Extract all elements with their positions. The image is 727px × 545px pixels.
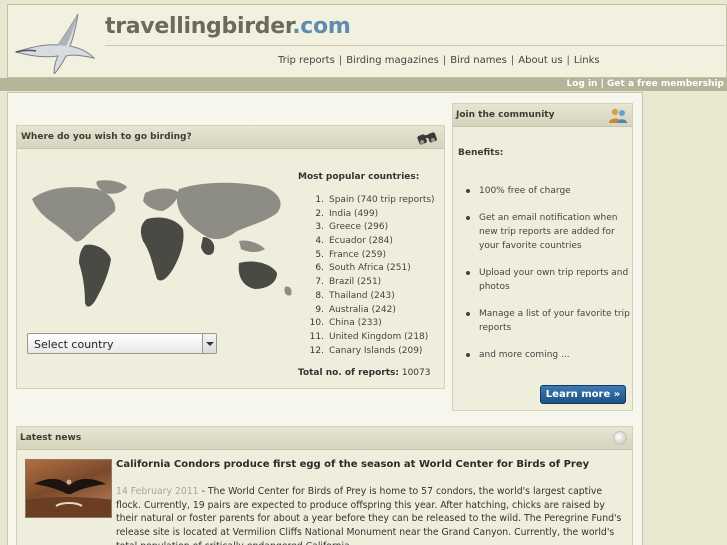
map-south-america[interactable]	[79, 244, 111, 307]
map-europe[interactable]	[143, 188, 179, 212]
map-north-america[interactable]	[32, 187, 116, 242]
country-rank: 8.	[315, 290, 324, 301]
benefit-item: 100% free of charge	[466, 184, 631, 198]
map-india[interactable]	[201, 237, 215, 255]
country-rank: 6.	[315, 263, 324, 274]
country-link[interactable]: France (259)	[329, 250, 386, 260]
community-panel: Join the community Benefits: 100% free o…	[452, 103, 633, 411]
community-panel-header: Join the community	[453, 104, 632, 127]
country-link[interactable]: Greece (296)	[329, 222, 388, 232]
learn-more-button[interactable]: Learn more »	[540, 385, 626, 404]
country-rank: 12.	[309, 345, 324, 356]
country-rank: 7.	[315, 277, 324, 288]
condor-photo	[26, 478, 111, 517]
people-icon	[609, 108, 627, 123]
country-rank: 1.	[315, 195, 324, 205]
country-link[interactable]: Ecuador (284)	[329, 236, 393, 246]
map-asia[interactable]	[176, 182, 281, 239]
country-link[interactable]: South Africa (251)	[329, 263, 411, 273]
nav-trip-reports[interactable]: Trip reports	[276, 55, 337, 66]
benefit-item: Upload your own trip reports and photos	[466, 266, 631, 294]
country-rank: 11.	[309, 331, 324, 342]
news-item-body: 14 February 2011 - The World Center for …	[116, 485, 628, 545]
site-title-tld[interactable]: .com	[292, 14, 351, 39]
benefits-label: Benefits:	[458, 148, 504, 158]
account-separator: |	[600, 79, 604, 89]
country-item[interactable]: 4. Ecuador (284)	[307, 235, 435, 249]
site-title[interactable]: travellingbirder.com	[105, 14, 351, 39]
community-panel-title: Join the community	[456, 110, 555, 120]
map-australia[interactable]	[238, 261, 277, 289]
site-title-main[interactable]: travellingbirder	[105, 14, 293, 39]
login-link[interactable]: Log in	[566, 79, 597, 89]
total-reports-label: Total no. of reports:	[298, 368, 399, 378]
country-item[interactable]: 8. Thailand (243)	[307, 290, 435, 304]
country-select[interactable]: Select country	[27, 333, 217, 354]
country-item[interactable]: 9. Australia (242)	[307, 304, 435, 318]
country-link[interactable]: United Kingdom (218)	[329, 332, 428, 342]
nav-separator: |	[566, 55, 570, 66]
country-link[interactable]: Thailand (243)	[329, 291, 395, 301]
country-item[interactable]: 2. India (499)	[307, 208, 435, 222]
news-item-date: 14 February 2011	[116, 486, 199, 497]
site-header: travellingbirder.com Trip reports | Birdin…	[7, 4, 727, 78]
destination-panel-header: Where do you wish to go birding?	[17, 126, 444, 149]
country-link[interactable]: India (499)	[329, 209, 378, 219]
country-item[interactable]: 3. Greece (296)	[307, 221, 435, 235]
country-link[interactable]: Australia (242)	[329, 305, 396, 315]
news-thumbnail[interactable]	[25, 459, 112, 518]
country-rank: 3.	[315, 222, 324, 233]
nav-bird-names[interactable]: Bird names	[448, 55, 509, 66]
country-item[interactable]: 1. Spain (740 trip reports)	[307, 194, 435, 208]
total-reports-value: 10073	[401, 368, 431, 378]
country-item[interactable]: 5. France (259)	[307, 249, 435, 263]
free-membership-link[interactable]: Get a free membership	[607, 79, 724, 89]
benefits-list: 100% free of charge Get an email notific…	[466, 184, 631, 375]
country-link[interactable]: China (233)	[329, 318, 382, 328]
country-rank: 2.	[315, 208, 324, 219]
country-item[interactable]: 6. South Africa (251)	[307, 262, 435, 276]
nav-links[interactable]: Links	[572, 55, 602, 66]
country-rank: 5.	[315, 249, 324, 260]
binoculars-icon	[417, 132, 437, 145]
world-map[interactable]	[27, 179, 297, 319]
map-new-zealand[interactable]	[284, 286, 292, 296]
country-link[interactable]: Spain (740 trip reports)	[329, 195, 435, 205]
popular-countries-title: Most popular countries:	[298, 172, 420, 182]
news-panel-header: Latest news	[17, 427, 632, 450]
popular-countries-list: 1. Spain (740 trip reports) 2. India (499)…	[307, 194, 435, 358]
benefit-item: Get an email notification when new trip …	[466, 211, 631, 253]
country-item[interactable]: 10. China (233)	[307, 317, 435, 331]
map-indonesia[interactable]	[239, 240, 265, 252]
destination-panel: Where do you wish to go birding? Select …	[16, 125, 445, 389]
country-rank: 4.	[315, 236, 324, 247]
rss-icon[interactable]	[613, 431, 627, 445]
total-reports: Total no. of reports: 10073	[298, 368, 430, 378]
country-link[interactable]: Canary Islands (209)	[329, 346, 422, 356]
country-select-value: Select country	[34, 338, 114, 351]
country-item[interactable]: 12. Canary Islands (209)	[307, 345, 435, 359]
title-divider	[105, 45, 725, 46]
benefit-item: and more coming ...	[466, 348, 631, 362]
news-item-title[interactable]: California Condors produce first egg of …	[116, 459, 589, 470]
benefit-item: Manage a list of your favorite trip repo…	[466, 309, 630, 333]
country-item[interactable]: 7. Brazil (251)	[307, 276, 435, 290]
right-margin	[643, 92, 727, 545]
chevron-down-icon[interactable]	[202, 334, 216, 353]
account-links: Log in | Get a free membership	[566, 79, 724, 89]
top-navigation: Trip reports | Birding magazines | Bird name…	[276, 55, 602, 66]
tern-logo-icon[interactable]	[14, 12, 96, 74]
news-panel-title: Latest news	[20, 433, 82, 443]
nav-birding-magazines[interactable]: Birding magazines	[344, 55, 441, 66]
country-rank: 10.	[309, 318, 324, 329]
news-panel: Latest news California Condors produce f…	[16, 426, 633, 545]
country-rank: 9.	[315, 304, 324, 315]
map-africa[interactable]	[140, 217, 184, 281]
country-link[interactable]: Brazil (251)	[329, 277, 381, 287]
country-item[interactable]: 11. United Kingdom (218)	[307, 331, 435, 345]
destination-panel-title: Where do you wish to go birding?	[21, 132, 192, 142]
nav-about-us[interactable]: About us	[516, 55, 564, 66]
